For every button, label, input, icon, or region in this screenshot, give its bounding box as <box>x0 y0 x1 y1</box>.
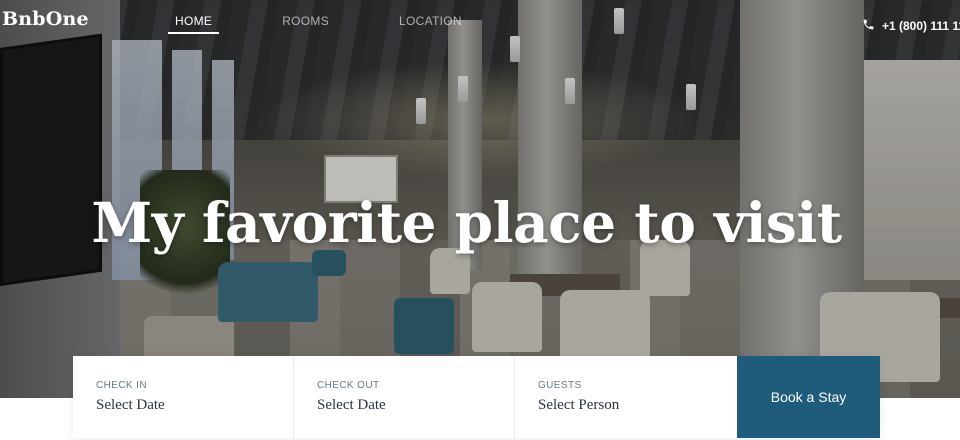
check-out-value[interactable]: Select Date <box>317 397 514 414</box>
check-out-label: CHECK OUT <box>317 380 380 391</box>
phone-contact[interactable]: +1 (800) 111 1111 <box>862 18 960 34</box>
brand-logo[interactable]: BnbOne <box>2 8 89 30</box>
nav-item-location[interactable]: LOCATION <box>392 0 469 34</box>
book-a-stay-button[interactable]: Book a Stay <box>737 356 880 438</box>
check-in-value[interactable]: Select Date <box>96 397 293 414</box>
booking-bar: CHECK IN Select Date CHECK OUT Select Da… <box>73 356 880 438</box>
nav-item-home[interactable]: HOME <box>168 0 220 34</box>
guests-label: GUESTS <box>538 380 582 391</box>
phone-icon <box>862 18 882 34</box>
check-in-field[interactable]: CHECK IN Select Date <box>73 356 294 438</box>
nav-item-rooms[interactable]: ROOMS <box>275 0 336 34</box>
hero-headline: My favorite place to visit <box>91 190 842 255</box>
main-nav: HOME ROOMS LOCATION <box>168 0 527 40</box>
check-in-label: CHECK IN <box>96 380 147 391</box>
guests-value[interactable]: Select Person <box>538 397 736 414</box>
check-out-field[interactable]: CHECK OUT Select Date <box>294 356 515 438</box>
guests-field[interactable]: GUESTS Select Person <box>515 356 736 438</box>
phone-number: +1 (800) 111 1111 <box>882 19 960 33</box>
